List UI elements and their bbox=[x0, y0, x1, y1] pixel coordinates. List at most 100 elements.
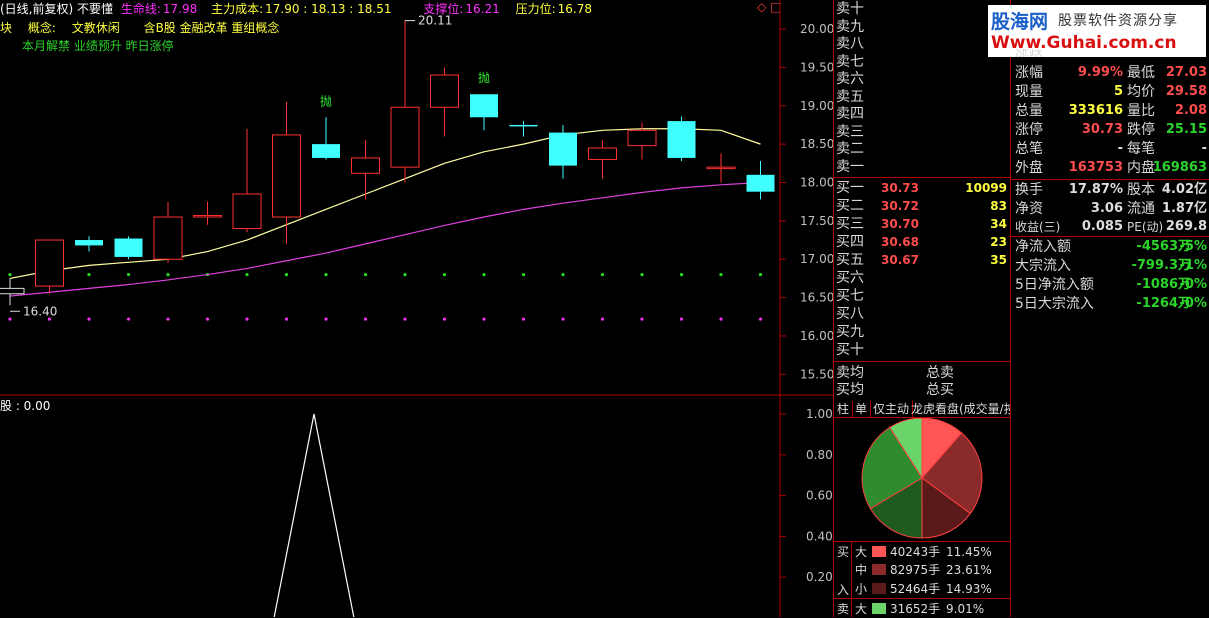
buy-row: 买三 30.70 34 bbox=[836, 216, 1010, 233]
legend-volume: 82975手 bbox=[890, 563, 941, 577]
buy-row-label: 买九 bbox=[836, 324, 864, 340]
sell-row-label: 卖十 bbox=[836, 1, 864, 17]
quote-key-2: 最低 bbox=[1127, 65, 1155, 81]
buy-row-label: 买二 bbox=[836, 198, 864, 214]
sell-row: 卖六 bbox=[836, 71, 1010, 88]
flow-key: 5日大宗流入 bbox=[1015, 296, 1094, 312]
quote-value-2: 29.58 bbox=[1165, 84, 1207, 99]
quote-value: 333616 bbox=[1068, 103, 1123, 118]
buy-row-label: 买一 bbox=[836, 180, 864, 196]
candle-body bbox=[549, 132, 577, 166]
legend-percent: 23.61% bbox=[946, 563, 992, 577]
tab-bar-chart[interactable]: 柱 bbox=[834, 401, 854, 417]
flow-percent: -1% bbox=[1179, 258, 1207, 273]
quote-value: 30.73 bbox=[1081, 122, 1123, 137]
indicator-spike-line bbox=[273, 413, 355, 617]
quote-value: 17.87% bbox=[1068, 182, 1123, 197]
ind-tick-label: 0.20 bbox=[806, 570, 833, 584]
quote-key-2: PE(动) bbox=[1127, 220, 1164, 234]
candle-body bbox=[114, 238, 143, 257]
y-tick-label: 20.00 bbox=[800, 22, 834, 36]
sell-row: 卖五 bbox=[836, 89, 1010, 106]
pie-tab-bar: 柱 单 仅主动 龙虎看盘(成交量/按 bbox=[834, 400, 1010, 418]
support-dot bbox=[284, 272, 289, 277]
legend-volume: 52464手 bbox=[890, 582, 941, 596]
y-tick-label: 16.50 bbox=[800, 291, 834, 305]
buy-row-label: 买八 bbox=[836, 306, 864, 322]
pressure-dot bbox=[87, 317, 91, 321]
volume-pie-chart bbox=[861, 418, 983, 539]
quote-key-2: 内盘 bbox=[1127, 160, 1155, 176]
legend-row: 大 31652手 9.01% bbox=[834, 600, 1010, 618]
quote-key-2: 均价 bbox=[1127, 84, 1155, 100]
buy-row: 买四 30.68 23 bbox=[836, 234, 1010, 251]
quote-partial-row: 涨跌 bbox=[1015, 49, 1043, 58]
candle-body bbox=[75, 240, 103, 246]
sell-row: 卖八 bbox=[836, 36, 1010, 53]
support-dot bbox=[600, 272, 605, 277]
sell-signal-label: 抛 bbox=[478, 70, 490, 85]
buy-row: 买六 bbox=[836, 270, 1010, 287]
sell-row-label: 卖五 bbox=[836, 88, 864, 105]
quote-value-2: 1.87亿 bbox=[1161, 200, 1207, 216]
legend-size: 小 bbox=[855, 582, 868, 596]
quote-key-2: 量比 bbox=[1127, 103, 1155, 119]
tab-dragon-tiger[interactable]: 龙虎看盘(成交量/按 bbox=[908, 401, 1010, 417]
quote-row: 涨停 30.73 跌停 25.15 bbox=[1013, 121, 1209, 139]
buy-row-price: 30.70 bbox=[881, 217, 919, 231]
support-dot bbox=[324, 272, 328, 277]
sell-row: 卖七 bbox=[836, 54, 1010, 71]
indicator-chart[interactable]: 1.00 0.80 0.60 0.40 0.20 bbox=[0, 396, 834, 617]
quote-value-2: 169863 bbox=[1152, 160, 1207, 175]
flow-key: 净流入额 bbox=[1015, 239, 1071, 255]
candle-body bbox=[351, 157, 380, 174]
tab-single[interactable]: 单 bbox=[852, 401, 872, 417]
quote-row: 总量 333616 量比 2.08 bbox=[1013, 102, 1209, 120]
support-dot bbox=[363, 272, 368, 277]
legend-swatch bbox=[872, 603, 886, 614]
support-dot bbox=[521, 272, 526, 277]
candle-body bbox=[470, 94, 498, 118]
sell-row-label: 卖六 bbox=[836, 71, 864, 87]
pressure-dot bbox=[205, 317, 210, 321]
quote-divider bbox=[1011, 179, 1209, 180]
orderbook-divider bbox=[834, 177, 1010, 178]
candle-body bbox=[509, 124, 538, 127]
legend-row: 中 82975手 23.61% bbox=[834, 561, 1010, 579]
candle-body bbox=[153, 216, 183, 260]
flow-divider bbox=[1011, 236, 1209, 237]
avg-buy-label: 买均 bbox=[836, 382, 864, 398]
buy-row-price: 30.68 bbox=[881, 235, 919, 249]
flow-percent: -5% bbox=[1179, 239, 1207, 254]
support-dot bbox=[403, 272, 407, 277]
quote-value-2: 269.8 bbox=[1165, 219, 1207, 234]
y-tick-label: 17.50 bbox=[800, 214, 834, 228]
flow-row: 5日净流入额 -1086万 -0% bbox=[1013, 276, 1209, 294]
legend-volume: 40243手 bbox=[890, 545, 941, 559]
buy-row-label: 买六 bbox=[836, 270, 864, 286]
quote-key-2: 流通 bbox=[1127, 200, 1155, 217]
quote-key: 涨停 bbox=[1015, 122, 1043, 138]
buy-row-price: 30.73 bbox=[881, 181, 919, 195]
support-dot bbox=[640, 272, 644, 277]
tab-active-only[interactable]: 仅主动 bbox=[870, 401, 914, 417]
quote-value: 163753 bbox=[1068, 160, 1123, 175]
legend-percent: 14.93% bbox=[946, 582, 992, 596]
pressure-dot bbox=[403, 317, 407, 321]
quote-value-2: - bbox=[1201, 141, 1207, 156]
flow-row: 5日大宗流入 -1264万 -0% bbox=[1013, 295, 1209, 313]
quote-value: - bbox=[1117, 141, 1123, 156]
buy-row-volume: 83 bbox=[990, 199, 1007, 213]
ind-tick-label: 0.60 bbox=[806, 489, 833, 503]
support-dot bbox=[679, 272, 684, 277]
price-chart[interactable]: 20.00 19.50 19.00 18.50 18.00 17.50 17.00 16.50… bbox=[0, 0, 834, 396]
candle-body bbox=[232, 193, 262, 230]
logo-title: 股海网 bbox=[991, 11, 1049, 33]
legend-row: 小 52464手 14.93% bbox=[834, 580, 1010, 598]
quote-key: 现量 bbox=[1015, 84, 1043, 100]
quote-value-2: 27.03 bbox=[1165, 65, 1207, 80]
pressure-dot bbox=[600, 317, 605, 321]
support-dot bbox=[8, 272, 12, 277]
pressure-dot bbox=[363, 317, 368, 321]
buy-row-label: 买十 bbox=[836, 342, 864, 358]
